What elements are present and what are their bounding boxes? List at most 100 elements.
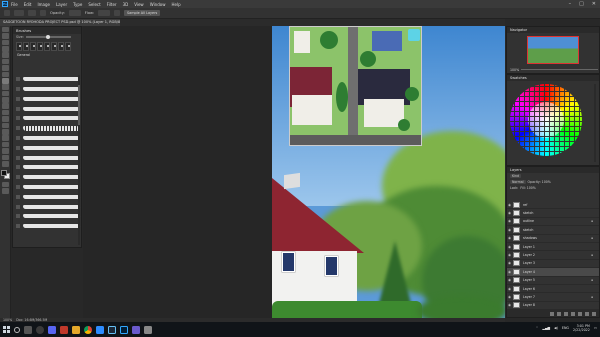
frame-tool-icon[interactable] xyxy=(1,58,9,65)
visibility-eye-icon[interactable]: ◉ xyxy=(507,245,512,249)
visibility-eye-icon[interactable]: ◉ xyxy=(507,219,512,223)
network-icon[interactable]: ▂▄▆ xyxy=(542,326,550,330)
layer-row[interactable]: ◉ Layer 2 ▪ xyxy=(507,251,599,260)
brush-size-slider[interactable] xyxy=(25,35,71,39)
menu-filter[interactable]: Filter xyxy=(107,2,117,7)
layer-row[interactable]: ◉ Layer 8 xyxy=(507,302,599,311)
brush-item[interactable] xyxy=(16,212,80,221)
visibility-eye-icon[interactable]: ◉ xyxy=(507,278,512,282)
layer-row[interactable]: ◉ shadows ▪ xyxy=(507,235,599,243)
menu-image[interactable]: Image xyxy=(37,2,50,7)
close-button[interactable]: ✕ xyxy=(592,1,596,7)
menu-window[interactable]: Window xyxy=(150,2,166,7)
brush-item[interactable] xyxy=(16,153,80,162)
brush-item[interactable] xyxy=(16,104,80,113)
visibility-eye-icon[interactable]: ◉ xyxy=(507,211,512,215)
volume-icon[interactable]: ◀) xyxy=(554,326,558,330)
visibility-eye-icon[interactable]: ◉ xyxy=(507,270,512,274)
menu-view[interactable]: View xyxy=(134,2,144,7)
brush-item[interactable] xyxy=(16,124,80,133)
search-icon[interactable] xyxy=(14,326,20,333)
crop-tool-icon[interactable] xyxy=(1,52,9,58)
explorer-app-icon[interactable] xyxy=(72,325,80,334)
healing-brush-tool-icon[interactable] xyxy=(1,71,9,78)
blend-mode-select[interactable]: Normal xyxy=(510,179,526,185)
navigator-panel-title[interactable]: Navigator xyxy=(507,27,599,33)
link-layers-icon[interactable] xyxy=(550,311,554,316)
chrome-app-icon[interactable] xyxy=(84,325,92,334)
brush-item[interactable] xyxy=(16,75,80,84)
photoshop-app-icon[interactable] xyxy=(120,325,128,334)
menu-layer[interactable]: Layer xyxy=(56,2,67,7)
path-selection-tool-icon[interactable] xyxy=(1,135,9,142)
marquee-tool-icon[interactable] xyxy=(1,33,9,39)
history-brush-tool-icon[interactable] xyxy=(1,90,9,97)
layer-row[interactable]: ◉ Layer 3 xyxy=(507,260,599,269)
menu-edit[interactable]: Edit xyxy=(24,2,32,7)
type-tool-icon[interactable] xyxy=(1,129,9,135)
visibility-eye-icon[interactable]: ◉ xyxy=(507,253,512,257)
layer-row[interactable]: ◉ sketch xyxy=(507,226,599,235)
blur-tool-icon[interactable] xyxy=(1,109,9,116)
brushes-scroll-thumb[interactable] xyxy=(78,85,80,125)
recent-brush-preset[interactable] xyxy=(65,42,71,51)
recent-brush-preset[interactable] xyxy=(16,42,22,51)
new-layer-icon[interactable] xyxy=(585,311,589,316)
layer-style-icon[interactable] xyxy=(557,311,561,316)
brush-folder-general[interactable]: General xyxy=(13,53,81,58)
home-icon[interactable] xyxy=(4,10,10,16)
brushes-scrollbar[interactable] xyxy=(78,75,80,245)
menu-file[interactable]: File xyxy=(11,2,18,7)
rectangle-tool-icon[interactable] xyxy=(1,141,9,148)
brush-item[interactable] xyxy=(16,222,80,231)
layer-row[interactable]: ◉ Layer 5 ▪ xyxy=(507,277,599,285)
discord-app-icon[interactable] xyxy=(48,325,56,334)
tray-arrow-icon[interactable]: ⌃ xyxy=(536,326,539,330)
add-mask-icon[interactable] xyxy=(564,311,568,316)
brush-item[interactable] xyxy=(16,114,80,123)
flow-field[interactable] xyxy=(98,10,110,16)
layer-opacity-field[interactable]: Opacity: 100% xyxy=(528,180,551,184)
layer-row[interactable]: ◉ outline ▪ xyxy=(507,218,599,227)
eraser-tool-icon[interactable] xyxy=(1,97,9,103)
hand-tool-icon[interactable] xyxy=(1,148,9,154)
visibility-eye-icon[interactable]: ◉ xyxy=(507,236,512,240)
recent-brush-preset[interactable] xyxy=(58,42,64,51)
visibility-eye-icon[interactable]: ◉ xyxy=(507,295,512,299)
brush-settings-icon[interactable] xyxy=(40,10,46,16)
notifications-icon[interactable]: ▭ xyxy=(594,326,597,330)
brush-item[interactable] xyxy=(16,183,80,192)
quick-selection-tool-icon[interactable] xyxy=(1,45,9,52)
sample-all-layers-button[interactable]: Sample All Layers xyxy=(124,10,161,16)
swatches-scrollbar[interactable] xyxy=(594,84,596,162)
layer-row[interactable]: ◉ Layer 7 ▪ xyxy=(507,293,599,302)
brush-tool-preset-picker[interactable] xyxy=(14,10,24,16)
adjustment-layer-icon[interactable] xyxy=(571,311,575,316)
maximize-button[interactable]: □ xyxy=(579,1,584,7)
brush-item[interactable] xyxy=(16,173,80,182)
more-tools-icon[interactable] xyxy=(1,161,9,167)
gradient-tool-icon[interactable] xyxy=(1,103,9,110)
recent-brush-preset[interactable] xyxy=(23,42,29,51)
windows-start-icon[interactable] xyxy=(3,326,10,333)
layer-row[interactable]: ◉ Layer 6 xyxy=(507,285,599,294)
clip-app-icon[interactable] xyxy=(144,325,152,334)
new-group-icon[interactable] xyxy=(578,311,582,316)
visibility-eye-icon[interactable]: ◉ xyxy=(507,261,512,265)
canvas-workspace[interactable] xyxy=(83,26,505,318)
brush-item[interactable] xyxy=(16,144,80,153)
obs-app-icon[interactable] xyxy=(36,325,44,334)
menu-select[interactable]: Select xyxy=(88,2,100,7)
visibility-eye-icon[interactable]: ◉ xyxy=(507,228,512,232)
eyedropper-tool-icon[interactable] xyxy=(1,65,9,71)
menu-type[interactable]: Type xyxy=(73,2,82,7)
brush-item[interactable] xyxy=(16,85,80,94)
input-language[interactable]: ENG xyxy=(562,326,569,330)
steam-app-icon[interactable] xyxy=(108,325,116,334)
navigator-zoom-slider[interactable] xyxy=(521,68,598,71)
quick-mask-icon[interactable] xyxy=(1,181,9,188)
minimize-button[interactable]: – xyxy=(569,1,572,7)
layer-row[interactable]: ◉ ref xyxy=(507,201,599,210)
visibility-eye-icon[interactable]: ◉ xyxy=(507,303,512,307)
airbrush-icon[interactable] xyxy=(114,10,120,16)
